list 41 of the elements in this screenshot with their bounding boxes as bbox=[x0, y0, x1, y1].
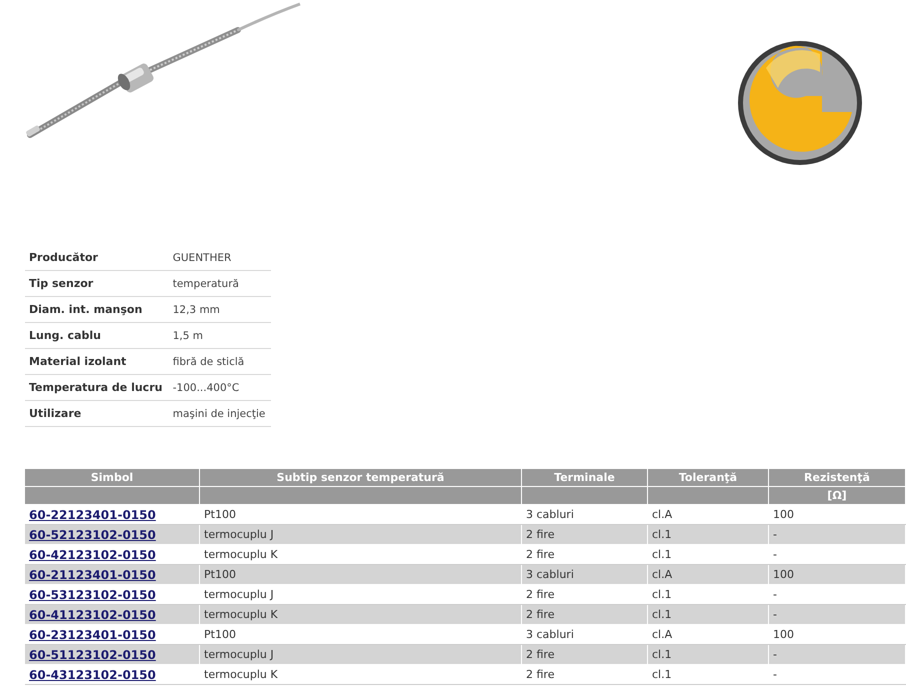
table-cell: Pt100 bbox=[200, 564, 522, 584]
spec-label: Tip senzor bbox=[25, 270, 169, 296]
table-cell: - bbox=[768, 644, 906, 664]
table-cell: cl.1 bbox=[648, 644, 768, 664]
table-cell: 100 bbox=[768, 564, 906, 584]
spec-label: Lung. cablu bbox=[25, 322, 169, 348]
table-cell: 2 fire bbox=[522, 604, 648, 624]
product-code-link[interactable]: 60-22123401-0150 bbox=[29, 508, 156, 522]
column-header: Rezistenţă bbox=[768, 469, 906, 486]
column-header: Terminale bbox=[522, 469, 648, 486]
table-cell: 3 cabluri bbox=[522, 564, 648, 584]
spec-label: Diam. int. manşon bbox=[25, 296, 169, 322]
spec-value: temperatură bbox=[168, 270, 271, 296]
table-cell: 2 fire bbox=[522, 524, 648, 544]
table-cell: termocuplu J bbox=[200, 524, 522, 544]
table-cell: - bbox=[768, 604, 906, 624]
spec-label: Material izolant bbox=[25, 348, 169, 374]
spec-label: Temperatura de lucru bbox=[25, 374, 169, 400]
spec-value: GUENTHER bbox=[168, 245, 271, 270]
table-cell: termocuplu J bbox=[200, 644, 522, 664]
table-cell: cl.A bbox=[648, 564, 768, 584]
column-header: Toleranţă bbox=[648, 469, 768, 486]
column-header: Subtip senzor temperatură bbox=[200, 469, 522, 486]
spec-label: Producător bbox=[25, 245, 169, 270]
unit-header: [Ω] bbox=[768, 486, 906, 504]
product-code-link[interactable]: 60-53123102-0150 bbox=[29, 588, 156, 602]
table-cell: - bbox=[768, 524, 906, 544]
table-cell: cl.1 bbox=[648, 524, 768, 544]
spec-value: maşini de injecţie bbox=[168, 400, 271, 426]
spec-label: Utilizare bbox=[25, 400, 169, 426]
table-cell: 2 fire bbox=[522, 644, 648, 664]
spec-value: -100...400°C bbox=[168, 374, 271, 400]
table-cell: termocuplu K bbox=[200, 604, 522, 624]
product-code-link[interactable]: 60-42123102-0150 bbox=[29, 548, 156, 562]
spec-value: 1,5 m bbox=[168, 322, 271, 348]
product-code-link[interactable]: 60-43123102-0150 bbox=[29, 668, 156, 682]
column-header: Simbol bbox=[25, 469, 200, 486]
spec-value: 12,3 mm bbox=[168, 296, 271, 322]
spec-value: fibră de sticlă bbox=[168, 348, 271, 374]
table-cell: cl.1 bbox=[648, 604, 768, 624]
product-code-link[interactable]: 60-23123401-0150 bbox=[29, 628, 156, 642]
